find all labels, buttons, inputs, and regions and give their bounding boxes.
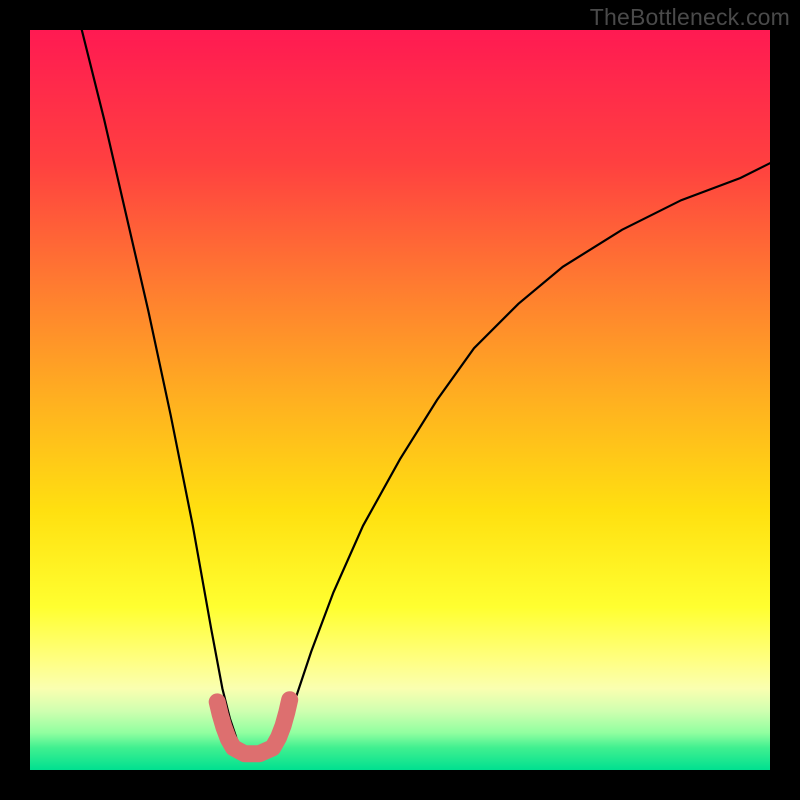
plot-area bbox=[30, 30, 770, 770]
chart-frame: TheBottleneck.com bbox=[0, 0, 800, 800]
attribution-text: TheBottleneck.com bbox=[590, 4, 790, 31]
v-curve bbox=[82, 30, 770, 755]
curve-layer bbox=[30, 30, 770, 770]
